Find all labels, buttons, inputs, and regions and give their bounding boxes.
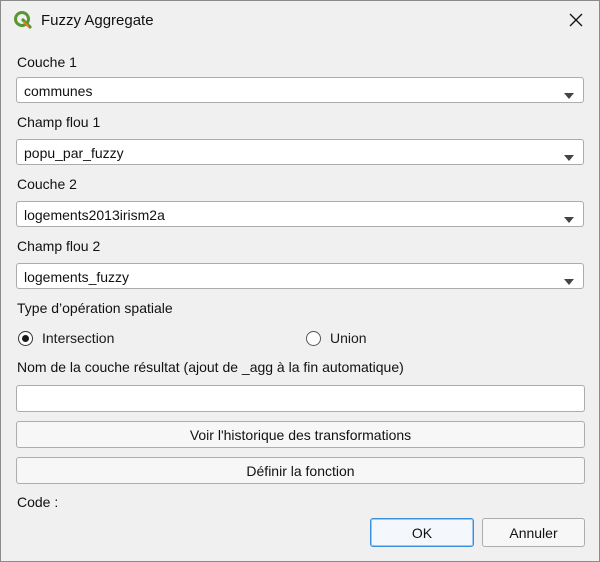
window-title: Fuzzy Aggregate xyxy=(41,12,154,29)
radio-union-label: Union xyxy=(330,330,367,346)
cancel-button[interactable]: Annuler xyxy=(482,518,585,547)
close-button[interactable] xyxy=(557,5,595,37)
radio-intersection-label: Intersection xyxy=(42,330,115,346)
chevron-down-icon xyxy=(564,211,574,223)
history-button[interactable]: Voir l'historique des transformations xyxy=(16,421,585,448)
output-name-input[interactable] xyxy=(16,385,585,412)
output-name-label: Nom de la couche résultat (ajout de _agg… xyxy=(17,359,404,375)
layer1-label: Couche 1 xyxy=(17,54,77,70)
qgis-logo-icon xyxy=(13,10,33,30)
layer2-value: logements2013irism2a xyxy=(24,207,165,223)
radio-union[interactable]: Union xyxy=(306,328,367,348)
operation-type-label: Type d’opération spatiale xyxy=(17,300,173,316)
close-icon xyxy=(569,13,583,30)
radio-button-unchecked[interactable] xyxy=(306,330,321,346)
chevron-down-icon xyxy=(564,273,574,285)
chevron-down-icon xyxy=(564,87,574,99)
field1-value: popu_par_fuzzy xyxy=(24,145,124,161)
fuzzy-aggregate-dialog: Fuzzy Aggregate Couche 1 communes Champ … xyxy=(0,0,600,562)
field2-label: Champ flou 2 xyxy=(17,238,101,254)
define-function-button[interactable]: Définir la fonction xyxy=(16,457,585,484)
layer2-label: Couche 2 xyxy=(17,176,77,192)
field1-label: Champ flou 1 xyxy=(17,114,101,130)
layer1-combobox[interactable]: communes xyxy=(16,77,584,103)
radio-button-checked[interactable] xyxy=(18,330,33,346)
code-label: Code : xyxy=(17,494,59,510)
field2-combobox[interactable]: logements_fuzzy xyxy=(16,263,584,289)
field2-value: logements_fuzzy xyxy=(24,269,130,285)
chevron-down-icon xyxy=(564,149,574,161)
layer2-combobox[interactable]: logements2013irism2a xyxy=(16,201,584,227)
radio-intersection[interactable]: Intersection xyxy=(18,328,114,348)
title-bar: Fuzzy Aggregate xyxy=(1,1,599,41)
ok-button[interactable]: OK xyxy=(370,518,474,547)
layer1-value: communes xyxy=(24,83,93,99)
field1-combobox[interactable]: popu_par_fuzzy xyxy=(16,139,584,165)
